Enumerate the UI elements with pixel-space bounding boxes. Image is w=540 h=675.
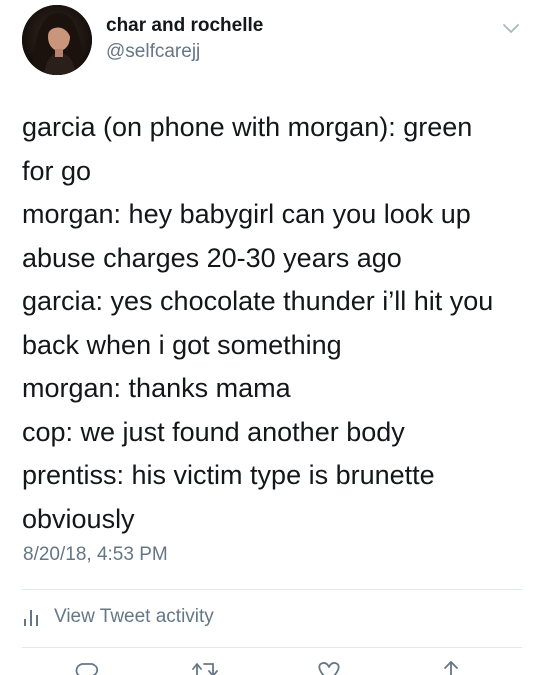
tweet-actions [0, 660, 540, 675]
avatar[interactable] [22, 5, 92, 75]
tweet-line: cop: we just found another body [22, 416, 405, 447]
user-handle[interactable]: @selfcarejj [106, 41, 200, 63]
tweet-line: prentiss: his victim type is brunette [22, 460, 435, 490]
chevron-down-icon[interactable] [502, 23, 520, 35]
tweet-line: abuse charges 20-30 years ago [22, 242, 402, 273]
tweet-line: garcia (on phone with morgan): green [22, 112, 473, 142]
tweet-line: back when i got something [22, 329, 342, 360]
view-tweet-activity-label: View Tweet activity [54, 606, 214, 627]
tweet-text: garcia (on phone with morgan): green for… [22, 106, 522, 541]
tweet-header: char and rochelle @selfcarejj [22, 5, 522, 77]
tweet-line: for go [22, 155, 92, 186]
tweet-timestamp[interactable]: 8/20/18, 4:53 PM [23, 544, 168, 566]
view-tweet-activity-link[interactable]: View Tweet activity [22, 602, 214, 632]
share-icon[interactable] [436, 660, 466, 675]
tweet-line: garcia: yes chocolate thunder i’ll hit y… [22, 286, 494, 316]
tweet-line: morgan: hey babygirl can you look up [22, 199, 471, 229]
tweet-line: obviously [22, 503, 135, 534]
bar-chart-icon [24, 610, 38, 626]
divider [22, 589, 522, 590]
reply-icon[interactable] [72, 660, 102, 675]
divider [22, 647, 522, 648]
heart-icon[interactable] [314, 660, 344, 675]
tweet-line: morgan: thanks mama [22, 373, 291, 403]
retweet-icon[interactable] [190, 660, 220, 675]
display-name[interactable]: char and rochelle [106, 15, 263, 37]
